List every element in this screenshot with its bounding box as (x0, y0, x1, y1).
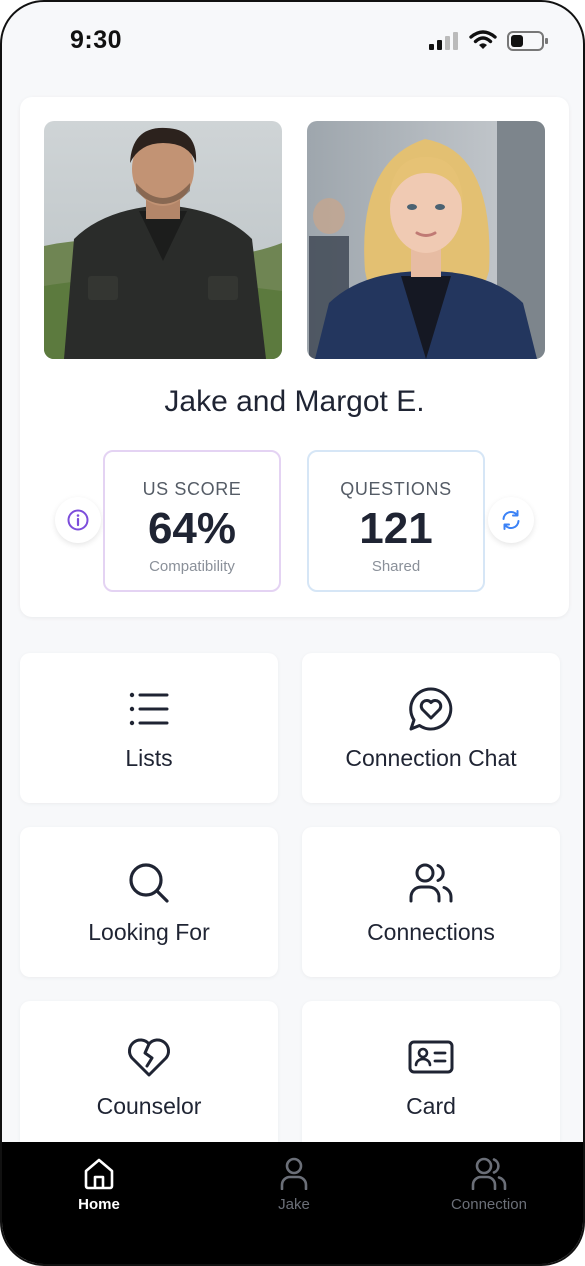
card-tile[interactable]: Card (302, 1001, 560, 1151)
signal-icon (429, 32, 458, 50)
lists-label: Lists (125, 745, 173, 771)
chat-heart-icon (409, 687, 453, 731)
refresh-icon (502, 510, 520, 530)
counselor-tile[interactable]: Counselor (20, 1001, 278, 1151)
status-bar: 9:30 (2, 2, 583, 82)
home-icon (84, 1158, 114, 1190)
tab-jake-label: Jake (278, 1196, 310, 1213)
questions-value: 121 (359, 504, 433, 553)
status-time: 9:30 (70, 26, 123, 54)
couple-name: Jake and Margot E. (164, 385, 425, 418)
us-score-value: 64% (147, 504, 237, 553)
lists-tile[interactable]: Lists (20, 653, 278, 803)
info-button[interactable] (55, 497, 101, 543)
us-score-title: US SCORE (142, 479, 242, 499)
margot-photo[interactable] (307, 121, 545, 359)
counselor-label: Counselor (96, 1093, 202, 1119)
jake-photo[interactable] (44, 121, 282, 359)
id-card-icon (408, 1040, 454, 1074)
connections-tile[interactable]: Connections (302, 827, 560, 977)
tab-home-label: Home (78, 1196, 120, 1213)
phone-frame: 9:30 Jake and Margot E. US SCORE 64% Com… (0, 0, 585, 1266)
connection-chat-tile[interactable]: Connection Chat (302, 653, 560, 803)
questions-subtitle: Shared (371, 558, 421, 575)
tab-connection-label: Connection (451, 1196, 527, 1213)
us-score-box[interactable]: US SCORE 64% Compatibility (103, 450, 281, 592)
looking-for-label: Looking For (88, 919, 210, 945)
tab-jake[interactable]: Jake (224, 1152, 364, 1213)
tab-home[interactable]: Home (29, 1152, 169, 1213)
connection-chat-label: Connection Chat (345, 745, 517, 771)
search-icon (129, 863, 169, 903)
list-icon (129, 692, 169, 726)
user-icon (280, 1157, 308, 1190)
battery-icon (507, 31, 548, 51)
us-score-subtitle: Compatibility (149, 558, 235, 575)
users-icon (471, 1157, 507, 1190)
info-icon (67, 509, 89, 531)
wifi-icon (469, 30, 497, 49)
broken-heart-icon (128, 1038, 170, 1077)
questions-box[interactable]: QUESTIONS 121 Shared (307, 450, 485, 592)
tab-connection[interactable]: Connection (419, 1152, 559, 1213)
card-label: Card (406, 1093, 456, 1119)
questions-title: QUESTIONS (340, 479, 452, 499)
bottom-tab-bar: Home Jake Connection (2, 1142, 583, 1264)
looking-for-tile[interactable]: Looking For (20, 827, 278, 977)
couple-profile-card: Jake and Margot E. US SCORE 64% Compatib… (20, 97, 569, 617)
users-icon (409, 863, 453, 903)
connections-label: Connections (367, 919, 495, 945)
refresh-button[interactable] (488, 497, 534, 543)
